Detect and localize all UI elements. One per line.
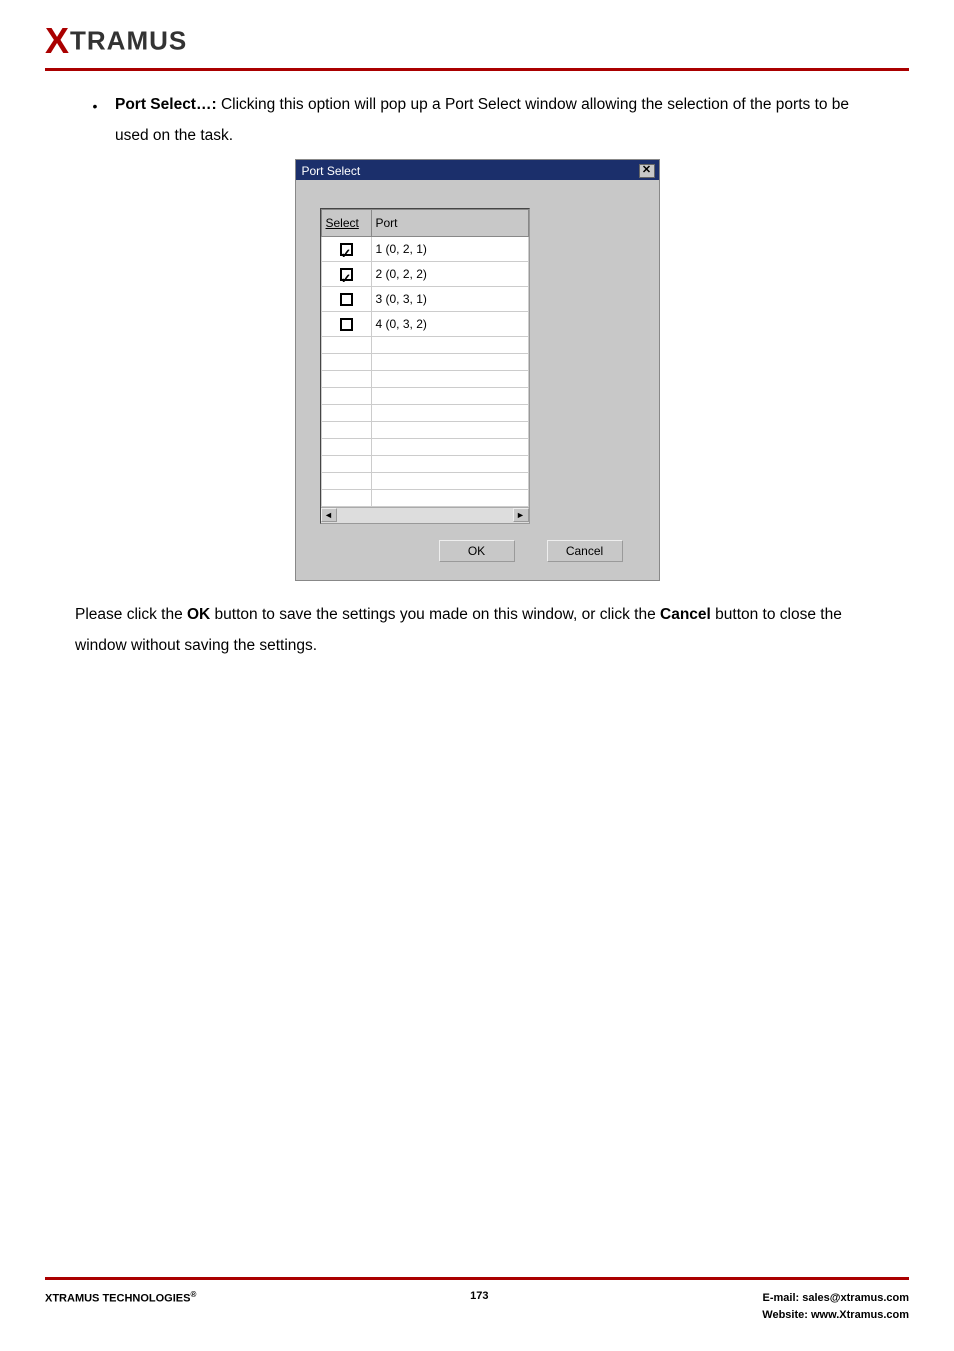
dialog-titlebar: Port Select ✕	[296, 160, 659, 180]
checkbox-icon[interactable]	[340, 243, 353, 256]
checkbox-icon[interactable]	[340, 268, 353, 281]
bullet-desc: Clicking this option will pop up a Port …	[115, 96, 849, 144]
scroll-right-icon[interactable]: ►	[513, 508, 529, 522]
table-row	[321, 456, 528, 473]
logo-x-letter: X	[45, 20, 70, 61]
port-select-dialog: Port Select ✕ Select Port	[295, 159, 660, 581]
scroll-left-icon[interactable]: ◄	[321, 508, 337, 522]
table-row	[321, 388, 528, 405]
col-select-header[interactable]: Select	[321, 210, 371, 237]
dialog-title: Port Select	[302, 159, 361, 183]
logo-rest: TRAMUS	[70, 26, 187, 56]
footer-left: XTRAMUS TECHNOLOGIES®	[45, 1290, 196, 1305]
footer-divider	[45, 1277, 909, 1280]
cancel-button[interactable]: Cancel	[547, 540, 623, 562]
footer-right: E-mail: sales@xtramus.com Website: www.X…	[762, 1290, 909, 1323]
table-row	[321, 337, 528, 354]
checkbox-icon[interactable]	[340, 293, 353, 306]
ok-text: OK	[187, 606, 210, 623]
bullet-label: Port Select…:	[115, 96, 217, 113]
closing-paragraph: Please click the OK button to save the s…	[75, 599, 879, 661]
header-logo: XTRAMUS	[45, 20, 909, 62]
table-row	[321, 422, 528, 439]
table-row	[321, 473, 528, 490]
port-cell: 3 (0, 3, 1)	[371, 287, 528, 312]
page-body: • Port Select…: Clicking this option wil…	[45, 89, 909, 661]
ok-button[interactable]: OK	[439, 540, 515, 562]
table-row	[321, 439, 528, 456]
col-port-header[interactable]: Port	[371, 210, 528, 237]
table-row	[321, 405, 528, 422]
port-table-container: Select Port 1 (0, 2, 1) 2 (0, 2,	[320, 208, 530, 524]
table-row	[321, 490, 528, 507]
table-row[interactable]: 4 (0, 3, 2)	[321, 312, 528, 337]
table-row	[321, 354, 528, 371]
port-cell: 4 (0, 3, 2)	[371, 312, 528, 337]
horizontal-scrollbar[interactable]: ◄ ►	[321, 507, 529, 523]
dialog-figure: Port Select ✕ Select Port	[75, 159, 879, 581]
close-icon[interactable]: ✕	[639, 164, 655, 178]
bullet-item: • Port Select…: Clicking this option wil…	[75, 89, 879, 151]
cancel-text: Cancel	[660, 606, 711, 623]
page-footer: XTRAMUS TECHNOLOGIES® 173 E-mail: sales@…	[45, 1277, 909, 1323]
bullet-marker: •	[75, 89, 115, 151]
page-number: 173	[470, 1290, 488, 1302]
port-cell: 2 (0, 2, 2)	[371, 262, 528, 287]
table-row	[321, 371, 528, 388]
bullet-text: Port Select…: Clicking this option will …	[115, 89, 879, 151]
port-cell: 1 (0, 2, 1)	[371, 237, 528, 262]
header-divider	[45, 68, 909, 71]
table-row[interactable]: 1 (0, 2, 1)	[321, 237, 528, 262]
table-row[interactable]: 3 (0, 3, 1)	[321, 287, 528, 312]
port-table: Select Port 1 (0, 2, 1) 2 (0, 2,	[321, 209, 529, 507]
table-row[interactable]: 2 (0, 2, 2)	[321, 262, 528, 287]
checkbox-icon[interactable]	[340, 318, 353, 331]
